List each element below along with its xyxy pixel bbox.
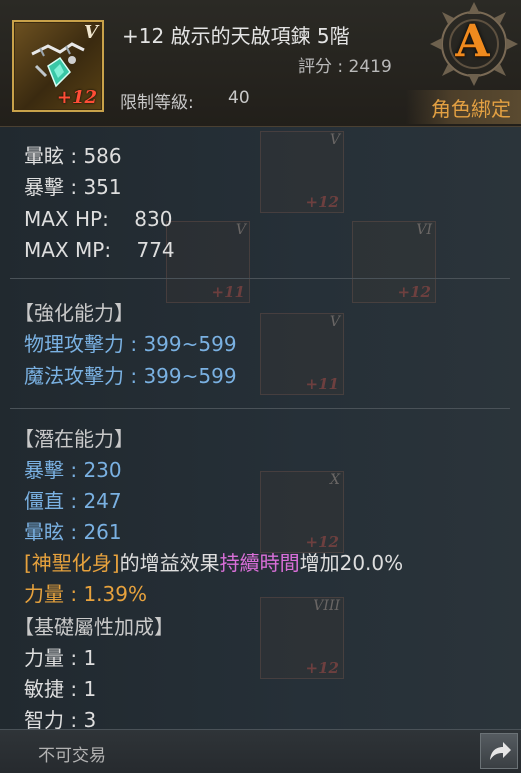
item-title: +12 啟示的天啟項鍊 5階 <box>122 24 350 48</box>
skill-effect-line: [神聖化身]的增益效果持續時間增加20.0% <box>24 550 403 576</box>
stat-line: MAX HP: 830 <box>24 207 173 231</box>
slot-plus: +12 <box>305 659 339 677</box>
slot-tier: VIII <box>313 598 340 614</box>
share-arrow-icon <box>490 742 511 760</box>
enhance-line: 魔法攻擊力 : 399~599 <box>24 364 237 388</box>
slot-tier: V <box>235 222 246 238</box>
attribute-line: 智力 : 3 <box>24 708 97 729</box>
strength-percent-line: 力量 : 1.39% <box>24 582 147 606</box>
section-divider <box>10 408 510 409</box>
potential-header: 【潛在能力】 <box>14 427 134 451</box>
background-item-slot: V +12 <box>260 131 344 213</box>
bind-status-tag: 角色綁定 <box>406 90 521 124</box>
enhance-line: 物理攻擊力 : 399~599 <box>24 332 237 356</box>
grade-letter: A <box>455 16 490 67</box>
skill-name: [神聖化身] <box>24 551 120 575</box>
background-item-slot: VIII +12 <box>260 597 344 679</box>
trade-status-label: 不可交易 <box>38 746 106 766</box>
slot-tier: X <box>330 472 340 488</box>
attributes-header: 【基礎屬性加成】 <box>14 615 174 639</box>
necklace-item-icon[interactable]: V +12 <box>12 20 104 112</box>
share-button[interactable] <box>480 733 518 769</box>
tooltip-header: V +12 +12 啟示的天啟項鍊 5階 評分 : 2419 限制等級: 40 <box>0 0 521 127</box>
skill-effect-value: 增加20.0% <box>299 551 404 575</box>
section-divider <box>10 278 510 279</box>
item-score: 評分 : 2419 <box>298 57 392 77</box>
item-tooltip: V +12 +12 啟示的天啟項鍊 5階 評分 : 2419 限制等級: 40 <box>0 0 521 773</box>
skill-effect-text: 的增益效果 <box>119 551 220 575</box>
background-item-slot: V +11 <box>166 221 250 303</box>
stat-line: 暴擊 : 351 <box>24 175 122 199</box>
background-item-slot: X +12 <box>260 471 344 553</box>
slot-plus: +11 <box>211 283 245 301</box>
stat-line: 暈眩 : 586 <box>24 144 122 168</box>
potential-line: 暴擊 : 230 <box>24 458 122 482</box>
icon-plus-label: +12 <box>56 87 97 108</box>
background-item-slot: VI +12 <box>352 221 436 303</box>
skill-effect-key: 持續時間 <box>219 551 300 575</box>
tooltip-body: V +12 V +11 VI +12 V +11 X +12 VIII +12 … <box>0 127 521 729</box>
slot-tier: V <box>329 314 340 330</box>
attribute-line: 敏捷 : 1 <box>24 677 97 701</box>
slot-tier: V <box>329 132 340 148</box>
level-requirement-value: 40 <box>228 88 250 108</box>
bind-status-label: 角色綁定 <box>431 97 511 121</box>
slot-plus: +12 <box>305 193 339 211</box>
slot-plus: +12 <box>305 533 339 551</box>
grade-badge-icon: A <box>424 0 521 92</box>
potential-line: 僵直 : 247 <box>24 489 122 513</box>
slot-tier: VI <box>416 222 432 238</box>
icon-tier-label: V <box>84 22 98 43</box>
level-requirement-label: 限制等級: <box>120 93 194 113</box>
stat-line: MAX MP: 774 <box>24 238 175 262</box>
tooltip-footer: 不可交易 <box>0 729 521 773</box>
potential-line: 暈眩 : 261 <box>24 520 122 544</box>
attribute-line: 力量 : 1 <box>24 646 97 670</box>
enhance-header: 【強化能力】 <box>14 301 134 325</box>
background-item-slot: V +11 <box>260 313 344 395</box>
slot-plus: +12 <box>397 283 431 301</box>
slot-plus: +11 <box>305 375 339 393</box>
